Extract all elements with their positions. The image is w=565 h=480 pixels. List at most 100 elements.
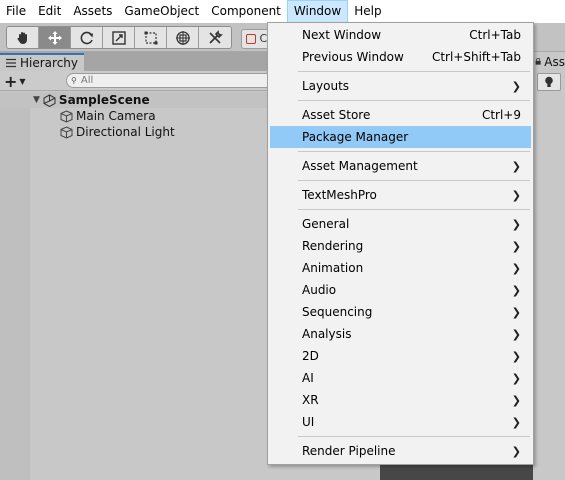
menu-item-label: Render Pipeline	[302, 444, 396, 458]
expand-arrow-icon[interactable]: ▼	[33, 95, 40, 105]
menu-item-label: Analysis	[302, 327, 352, 341]
chevron-right-icon: ❯	[511, 305, 521, 319]
menu-item-label: Asset Management	[302, 159, 418, 173]
chevron-right-icon: ❯	[511, 261, 521, 275]
lock-icon	[535, 58, 541, 65]
menu-separator	[298, 100, 530, 101]
right-panel-area	[533, 71, 565, 480]
menu-gameobject[interactable]: GameObject	[118, 0, 205, 23]
menu-item-label: General	[302, 217, 350, 231]
menu-edit[interactable]: Edit	[32, 0, 67, 23]
menu-separator	[298, 436, 530, 437]
menu-item-label: Next Window	[302, 28, 382, 42]
menu-item-label: Sequencing	[302, 305, 373, 319]
menu-item-label: Asset Store	[302, 108, 371, 122]
rotate-tool-icon	[80, 31, 93, 44]
transform-tool-button[interactable]	[167, 27, 199, 48]
menu-item-label: XR	[302, 393, 319, 407]
object-label: Main Camera	[76, 109, 156, 123]
lightbulb-icon	[545, 76, 553, 87]
chevron-down-icon: ▼	[19, 76, 26, 86]
chevron-right-icon: ❯	[511, 444, 521, 458]
add-label: +	[4, 71, 18, 91]
pivot-toggle-button[interactable]: C	[241, 29, 269, 49]
move-tool-button[interactable]	[39, 27, 71, 48]
chevron-right-icon: ❯	[511, 217, 521, 231]
lightbulb-button[interactable]	[537, 73, 561, 91]
menu-item-2d[interactable]: 2D ❯	[270, 345, 531, 367]
menu-item-asset-store[interactable]: Asset Store Ctrl+9	[270, 104, 531, 126]
menu-help[interactable]: Help	[348, 0, 387, 23]
custom-tool-button[interactable]	[199, 27, 231, 48]
tab-assets-partial[interactable]: Ass	[533, 52, 565, 71]
menu-item-label: AI	[302, 371, 314, 385]
menu-item-animation[interactable]: Animation ❯	[270, 257, 531, 279]
chevron-right-icon: ❯	[511, 415, 521, 429]
menu-item-label: TextMeshPro	[302, 188, 377, 202]
menu-item-label: Animation	[302, 261, 364, 275]
list-icon	[6, 58, 16, 68]
search-icon: ⚲	[71, 76, 77, 85]
scale-tool-icon	[111, 30, 126, 45]
chevron-right-icon: ❯	[511, 79, 521, 93]
hand-tool-button[interactable]	[7, 27, 39, 48]
menu-item-xr[interactable]: XR ❯	[270, 389, 531, 411]
rect-tool-icon	[144, 31, 157, 44]
rect-tool-button[interactable]	[135, 27, 167, 48]
menu-item-next-window[interactable]: Next Window Ctrl+Tab	[270, 24, 531, 46]
hierarchy-gutter	[0, 108, 30, 480]
menu-assets[interactable]: Assets	[67, 0, 118, 23]
hand-tool-icon	[16, 31, 27, 44]
menu-item-label: Package Manager	[302, 130, 409, 144]
gameobject-cube-icon	[60, 109, 73, 123]
custom-tool-icon	[209, 29, 223, 44]
chevron-right-icon: ❯	[511, 188, 521, 202]
menu-item-package-manager[interactable]: Package Manager	[270, 126, 531, 148]
menu-item-audio[interactable]: Audio ❯	[270, 279, 531, 301]
menu-item-textmeshpro[interactable]: TextMeshPro ❯	[270, 184, 531, 206]
menu-item-ui[interactable]: UI ❯	[270, 411, 531, 433]
menu-bar: File Edit Assets GameObject Component Wi…	[0, 0, 565, 23]
move-tool-icon	[47, 30, 62, 45]
menu-separator	[298, 71, 530, 72]
menu-item-label: Audio	[302, 283, 337, 297]
unity-scene-icon	[43, 93, 56, 107]
pivot-icon	[246, 34, 256, 44]
rotate-tool-button[interactable]	[71, 27, 103, 48]
chevron-right-icon: ❯	[511, 239, 521, 253]
menu-item-label: Rendering	[302, 239, 364, 253]
tab-hierarchy-label: Hierarchy	[20, 56, 79, 70]
menu-item-label: Layouts	[302, 79, 350, 93]
transform-tool-icon	[175, 30, 190, 45]
menu-item-shortcut: Ctrl+Tab	[469, 28, 521, 42]
menu-item-analysis[interactable]: Analysis ❯	[270, 323, 531, 345]
menu-item-layouts[interactable]: Layouts ❯	[270, 75, 531, 97]
menu-window[interactable]: Window	[286, 0, 349, 23]
menu-item-sequencing[interactable]: Sequencing ❯	[270, 301, 531, 323]
chevron-right-icon: ❯	[511, 159, 521, 173]
menu-item-label: Previous Window	[302, 50, 404, 64]
menu-file[interactable]: File	[0, 0, 32, 23]
scale-tool-button[interactable]	[103, 27, 135, 48]
menu-item-previous-window[interactable]: Previous Window Ctrl+Shift+Tab	[270, 46, 531, 68]
chevron-right-icon: ❯	[511, 327, 521, 341]
chevron-right-icon: ❯	[511, 349, 521, 363]
menu-component[interactable]: Component	[205, 0, 287, 23]
chevron-right-icon: ❯	[511, 283, 521, 297]
menu-item-shortcut: Ctrl+9	[481, 108, 521, 122]
tab-hierarchy[interactable]: Hierarchy	[0, 53, 84, 71]
window-menu-dropdown: Next Window Ctrl+Tab Previous Window Ctr…	[267, 22, 534, 465]
object-label: Directional Light	[76, 125, 175, 139]
menu-item-shortcut: Ctrl+Shift+Tab	[431, 50, 521, 64]
menu-item-rendering[interactable]: Rendering ❯	[270, 235, 531, 257]
chevron-right-icon: ❯	[511, 393, 521, 407]
chevron-right-icon: ❯	[511, 371, 521, 385]
menu-item-ai[interactable]: AI ❯	[270, 367, 531, 389]
menu-item-render-pipeline[interactable]: Render Pipeline ❯	[270, 440, 531, 462]
scene-name: SampleScene	[58, 93, 150, 107]
add-object-button[interactable]: + ▼	[4, 71, 32, 91]
gameobject-cube-icon	[60, 125, 73, 139]
menu-item-asset-management[interactable]: Asset Management ❯	[270, 155, 531, 177]
transform-tools	[6, 26, 232, 49]
menu-item-general[interactable]: General ❯	[270, 213, 531, 235]
